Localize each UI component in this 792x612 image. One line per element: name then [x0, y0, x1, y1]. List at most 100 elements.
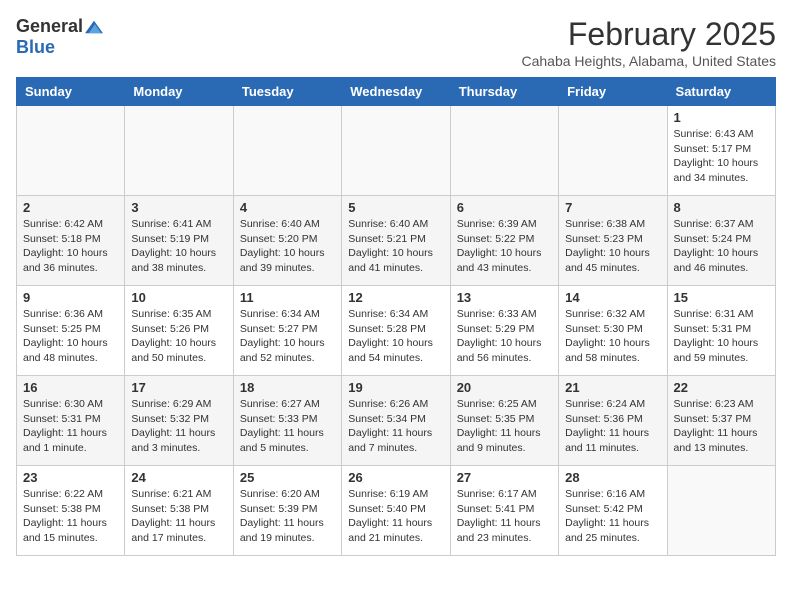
calendar-cell: 24 Sunrise: 6:21 AM Sunset: 5:38 PM Dayli… [125, 466, 233, 556]
calendar-cell [559, 106, 667, 196]
day-info: Sunrise: 6:17 AM Sunset: 5:41 PM Dayligh… [457, 487, 552, 546]
calendar-cell: 19 Sunrise: 6:26 AM Sunset: 5:34 PM Dayli… [342, 376, 450, 466]
day-number: 22 [674, 380, 769, 395]
day-number: 24 [131, 470, 226, 485]
day-number: 20 [457, 380, 552, 395]
calendar-week-0: 1 Sunrise: 6:43 AM Sunset: 5:17 PM Daylig… [17, 106, 776, 196]
day-number: 11 [240, 290, 335, 305]
calendar-cell: 1 Sunrise: 6:43 AM Sunset: 5:17 PM Daylig… [667, 106, 775, 196]
calendar-cell [667, 466, 775, 556]
logo: General Blue [16, 16, 103, 58]
month-title: February 2025 [522, 16, 777, 53]
calendar-cell: 26 Sunrise: 6:19 AM Sunset: 5:40 PM Dayli… [342, 466, 450, 556]
day-info: Sunrise: 6:29 AM Sunset: 5:32 PM Dayligh… [131, 397, 226, 456]
day-number: 23 [23, 470, 118, 485]
calendar-cell: 8 Sunrise: 6:37 AM Sunset: 5:24 PM Daylig… [667, 196, 775, 286]
day-info: Sunrise: 6:23 AM Sunset: 5:37 PM Dayligh… [674, 397, 769, 456]
location-title: Cahaba Heights, Alabama, United States [522, 53, 777, 69]
day-info: Sunrise: 6:27 AM Sunset: 5:33 PM Dayligh… [240, 397, 335, 456]
day-info: Sunrise: 6:33 AM Sunset: 5:29 PM Dayligh… [457, 307, 552, 366]
day-info: Sunrise: 6:21 AM Sunset: 5:38 PM Dayligh… [131, 487, 226, 546]
day-number: 28 [565, 470, 660, 485]
day-info: Sunrise: 6:40 AM Sunset: 5:21 PM Dayligh… [348, 217, 443, 276]
calendar-week-2: 9 Sunrise: 6:36 AM Sunset: 5:25 PM Daylig… [17, 286, 776, 376]
day-info: Sunrise: 6:34 AM Sunset: 5:27 PM Dayligh… [240, 307, 335, 366]
calendar-cell [342, 106, 450, 196]
calendar-cell: 16 Sunrise: 6:30 AM Sunset: 5:31 PM Dayli… [17, 376, 125, 466]
calendar-cell: 2Sunrise: 6:42 AM Sunset: 5:18 PM Daylig… [17, 196, 125, 286]
calendar-cell: 15 Sunrise: 6:31 AM Sunset: 5:31 PM Dayli… [667, 286, 775, 376]
calendar-week-3: 16 Sunrise: 6:30 AM Sunset: 5:31 PM Dayli… [17, 376, 776, 466]
day-info: Sunrise: 6:19 AM Sunset: 5:40 PM Dayligh… [348, 487, 443, 546]
logo-blue: Blue [16, 37, 55, 58]
calendar-cell: 9 Sunrise: 6:36 AM Sunset: 5:25 PM Daylig… [17, 286, 125, 376]
day-info: Sunrise: 6:43 AM Sunset: 5:17 PM Dayligh… [674, 127, 769, 186]
day-info: Sunrise: 6:30 AM Sunset: 5:31 PM Dayligh… [23, 397, 118, 456]
day-info: Sunrise: 6:36 AM Sunset: 5:25 PM Dayligh… [23, 307, 118, 366]
day-info: Sunrise: 6:41 AM Sunset: 5:19 PM Dayligh… [131, 217, 226, 276]
logo-general: General [16, 16, 83, 37]
day-number: 1 [674, 110, 769, 125]
calendar-cell: 20 Sunrise: 6:25 AM Sunset: 5:35 PM Dayli… [450, 376, 558, 466]
calendar-cell: 22 Sunrise: 6:23 AM Sunset: 5:37 PM Dayli… [667, 376, 775, 466]
day-info: Sunrise: 6:34 AM Sunset: 5:28 PM Dayligh… [348, 307, 443, 366]
weekday-header-monday: Monday [125, 78, 233, 106]
day-number: 4 [240, 200, 335, 215]
calendar-cell: 23Sunrise: 6:22 AM Sunset: 5:38 PM Dayli… [17, 466, 125, 556]
day-info: Sunrise: 6:20 AM Sunset: 5:39 PM Dayligh… [240, 487, 335, 546]
calendar-cell: 5 Sunrise: 6:40 AM Sunset: 5:21 PM Daylig… [342, 196, 450, 286]
calendar-cell: 11 Sunrise: 6:34 AM Sunset: 5:27 PM Dayli… [233, 286, 341, 376]
calendar-cell [125, 106, 233, 196]
day-number: 17 [131, 380, 226, 395]
day-info: Sunrise: 6:24 AM Sunset: 5:36 PM Dayligh… [565, 397, 660, 456]
day-number: 12 [348, 290, 443, 305]
weekday-header-friday: Friday [559, 78, 667, 106]
day-number: 10 [131, 290, 226, 305]
calendar-cell: 25 Sunrise: 6:20 AM Sunset: 5:39 PM Dayli… [233, 466, 341, 556]
day-info: Sunrise: 6:31 AM Sunset: 5:31 PM Dayligh… [674, 307, 769, 366]
title-block: February 2025 Cahaba Heights, Alabama, U… [522, 16, 777, 69]
day-info: Sunrise: 6:40 AM Sunset: 5:20 PM Dayligh… [240, 217, 335, 276]
day-number: 7 [565, 200, 660, 215]
calendar-cell: 10Sunrise: 6:35 AM Sunset: 5:26 PM Dayli… [125, 286, 233, 376]
calendar-cell [17, 106, 125, 196]
calendar-cell: 13 Sunrise: 6:33 AM Sunset: 5:29 PM Dayli… [450, 286, 558, 376]
calendar-cell: 6 Sunrise: 6:39 AM Sunset: 5:22 PM Daylig… [450, 196, 558, 286]
day-number: 14 [565, 290, 660, 305]
calendar-cell: 12 Sunrise: 6:34 AM Sunset: 5:28 PM Dayli… [342, 286, 450, 376]
day-info: Sunrise: 6:37 AM Sunset: 5:24 PM Dayligh… [674, 217, 769, 276]
day-number: 6 [457, 200, 552, 215]
day-number: 15 [674, 290, 769, 305]
day-number: 16 [23, 380, 118, 395]
logo-icon [85, 20, 103, 34]
calendar-week-4: 23Sunrise: 6:22 AM Sunset: 5:38 PM Dayli… [17, 466, 776, 556]
day-number: 8 [674, 200, 769, 215]
day-number: 25 [240, 470, 335, 485]
day-number: 13 [457, 290, 552, 305]
day-number: 19 [348, 380, 443, 395]
calendar-header-row: SundayMondayTuesdayWednesdayThursdayFrid… [17, 78, 776, 106]
day-info: Sunrise: 6:42 AM Sunset: 5:18 PM Dayligh… [23, 217, 118, 276]
calendar-cell: 3Sunrise: 6:41 AM Sunset: 5:19 PM Daylig… [125, 196, 233, 286]
weekday-header-wednesday: Wednesday [342, 78, 450, 106]
calendar-week-1: 2Sunrise: 6:42 AM Sunset: 5:18 PM Daylig… [17, 196, 776, 286]
day-info: Sunrise: 6:39 AM Sunset: 5:22 PM Dayligh… [457, 217, 552, 276]
calendar-cell [450, 106, 558, 196]
calendar-cell: 4 Sunrise: 6:40 AM Sunset: 5:20 PM Daylig… [233, 196, 341, 286]
day-info: Sunrise: 6:25 AM Sunset: 5:35 PM Dayligh… [457, 397, 552, 456]
day-info: Sunrise: 6:38 AM Sunset: 5:23 PM Dayligh… [565, 217, 660, 276]
calendar-cell: 21 Sunrise: 6:24 AM Sunset: 5:36 PM Dayli… [559, 376, 667, 466]
day-number: 5 [348, 200, 443, 215]
calendar-cell: 14Sunrise: 6:32 AM Sunset: 5:30 PM Dayli… [559, 286, 667, 376]
day-number: 21 [565, 380, 660, 395]
calendar-cell: 7 Sunrise: 6:38 AM Sunset: 5:23 PM Daylig… [559, 196, 667, 286]
day-info: Sunrise: 6:26 AM Sunset: 5:34 PM Dayligh… [348, 397, 443, 456]
day-number: 9 [23, 290, 118, 305]
day-number: 26 [348, 470, 443, 485]
day-number: 27 [457, 470, 552, 485]
calendar-cell: 18 Sunrise: 6:27 AM Sunset: 5:33 PM Dayli… [233, 376, 341, 466]
day-number: 18 [240, 380, 335, 395]
weekday-header-saturday: Saturday [667, 78, 775, 106]
weekday-header-tuesday: Tuesday [233, 78, 341, 106]
calendar-cell: 28Sunrise: 6:16 AM Sunset: 5:42 PM Dayli… [559, 466, 667, 556]
